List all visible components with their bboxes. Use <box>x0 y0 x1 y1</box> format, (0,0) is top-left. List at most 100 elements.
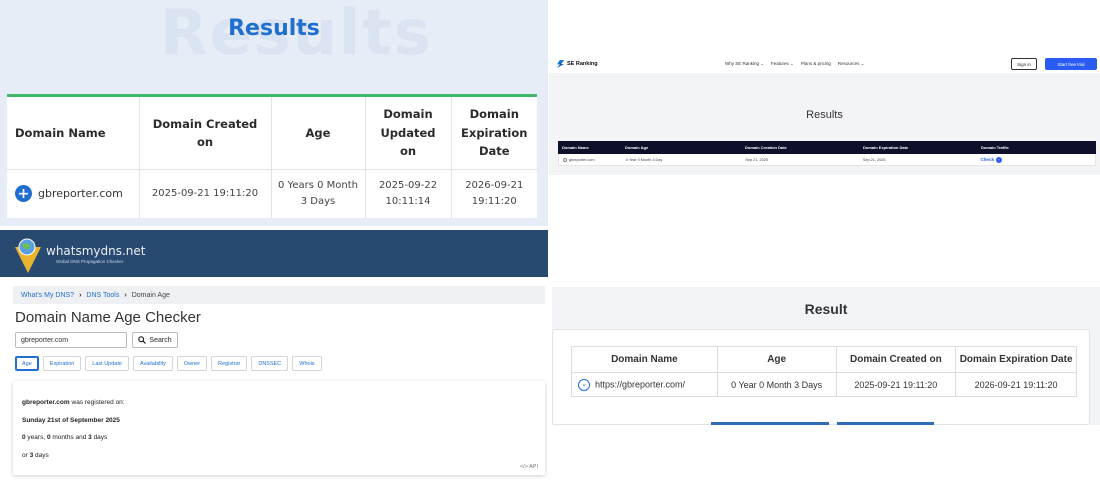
results-title: Results <box>228 16 320 41</box>
nav-item-why[interactable]: Why SE Ranking ⌄ <box>725 61 764 67</box>
chevron-down-icon[interactable]: ⌄ <box>578 378 590 391</box>
check-text: Check <box>980 156 994 162</box>
tool-tabs: Age Expiration Last Update Availability … <box>15 356 322 371</box>
tab-age[interactable]: Age <box>15 356 39 371</box>
col-domain-expiration: Domain Expiration Date <box>451 95 537 170</box>
tab-whois[interactable]: Whois <box>292 356 322 371</box>
result-box: Domain Name Age Domain Created on Domain… <box>552 329 1090 425</box>
expand-plus-icon[interactable]: + <box>15 185 32 203</box>
col-age: Age <box>716 346 837 373</box>
expand-icon[interactable] <box>563 157 567 162</box>
sign-in-button[interactable]: Sign in <box>1011 58 1037 70</box>
created-cell: 2025-09-21 19:11:20 <box>139 169 272 218</box>
days-label: days <box>91 434 108 441</box>
col-age: Age <box>271 95 366 170</box>
age-breakdown: 0 years, 0 months and 3 days <box>22 434 107 441</box>
button-edge-right[interactable] <box>837 422 934 425</box>
seranking-table: Domain Name Domain Age Domain Creation D… <box>558 141 1096 166</box>
start-trial-button[interactable]: Start free trial <box>1045 58 1097 70</box>
breadcrumb-home[interactable]: What's My DNS? <box>21 292 74 299</box>
bolt-logo-icon <box>557 60 564 68</box>
col-domain-traffic: Domain Traffic <box>981 145 1009 150</box>
results-panel: Results Results Domain Name Domain Creat… <box>0 0 548 226</box>
breadcrumb-dns-tools[interactable]: DNS Tools <box>86 292 119 299</box>
tab-availability[interactable]: Availability <box>132 356 173 371</box>
col-domain-name: Domain Name <box>562 145 589 150</box>
result-title: Result <box>804 301 848 317</box>
tab-dnssec[interactable]: DNSSEC <box>251 356 289 371</box>
col-domain-updated: Domain Updated on <box>365 95 452 170</box>
result-domain: gbreporter.com <box>22 399 70 406</box>
or-days-label: days <box>33 452 49 459</box>
seranking-panel: SE Ranking Why SE Ranking ⌄ Features ⌄ P… <box>549 55 1100 175</box>
expires-cell: 2026-09-21 19:11:20 <box>955 372 1077 397</box>
nav-item-pricing[interactable]: Plans & pricing <box>801 61 831 67</box>
tab-registrar[interactable]: Registrar <box>211 356 248 371</box>
tab-expiration[interactable]: Expiration <box>42 356 82 371</box>
chevron-right-icon: › <box>79 291 82 299</box>
button-edge-left[interactable] <box>711 422 829 425</box>
tab-owner[interactable]: Owner <box>176 356 208 371</box>
age-result-card: gbreporter.com was registered on: Sunday… <box>13 381 545 475</box>
domain-cell: gbreporter.com <box>559 157 622 162</box>
breadcrumb-current: Domain Age <box>131 291 170 299</box>
domain-url-text: https://gbreporter.com/ <box>595 378 686 389</box>
domain-search-input[interactable] <box>15 332 127 348</box>
brand-tagline: Global DNS Propagation Checker <box>56 259 124 264</box>
seranking-results-title: Results <box>806 109 843 121</box>
domain-cell: ⌄ https://gbreporter.com/ <box>571 372 718 397</box>
age-cell: 0 Year 0 Month 3 Day <box>625 157 663 162</box>
expires-cell: 2026-09-21 19:11:20 <box>465 179 524 207</box>
col-creation-date: Domain Creation Date <box>745 145 787 150</box>
registered-suffix: was registered on: <box>69 399 125 406</box>
col-domain-created: Domain Created on <box>139 95 272 170</box>
globe-pin-logo-icon[interactable] <box>13 235 43 275</box>
search-icon <box>138 336 147 344</box>
or-prefix: or <box>22 452 30 459</box>
tab-last-update[interactable]: Last Update <box>85 356 129 371</box>
results-table: Domain Name Domain Created on Age Domain… <box>7 94 537 218</box>
table-row: + gbreporter.com 2025-09-21 19:11:20 0 Ye… <box>7 169 537 218</box>
api-link[interactable]: </> API <box>520 464 538 470</box>
col-domain-name: Domain Name <box>571 346 718 373</box>
logo-text: SE Ranking <box>567 61 598 67</box>
page-title: Domain Name Age Checker <box>15 309 201 326</box>
results-table-header: Domain Name Domain Created on Age Domain… <box>7 95 537 170</box>
nav-item-features[interactable]: Features ⌄ <box>771 61 794 67</box>
brand-name: whatsmydns.net <box>46 244 146 258</box>
updated-cell: 2025-09-22 10:11:14 <box>365 169 452 218</box>
created-cell: Sep 21, 2025 <box>745 157 768 162</box>
registered-line: gbreporter.com was registered on: <box>22 399 125 406</box>
chevron-right-icon: › <box>995 156 1002 163</box>
nav-item-resources[interactable]: Resources ⌄ <box>838 61 865 67</box>
age-cell: 0 Years 0 Month 3 Days <box>271 169 366 218</box>
col-domain-name: Domain Name <box>7 95 140 170</box>
domain-name-text: gbreporter.com <box>38 186 123 200</box>
site-banner: whatsmydns.net Global DNS Propagation Ch… <box>0 230 548 277</box>
search-button[interactable]: Search <box>132 332 178 348</box>
months-label: months and <box>50 434 89 441</box>
age-in-days: or 3 days <box>22 452 49 459</box>
top-navbar: SE Ranking Why SE Ranking ⌄ Features ⌄ P… <box>549 55 1100 73</box>
years-label: years, <box>25 434 47 441</box>
col-domain-created: Domain Created on <box>835 346 957 373</box>
domain-cell: + gbreporter.com <box>7 169 140 218</box>
col-expiration-date: Domain Expiration Date <box>863 145 909 150</box>
table-row: ⌄ https://gbreporter.com/ 0 Year 0 Month … <box>571 372 1077 397</box>
search-button-label: Search <box>149 336 172 344</box>
registered-date-text: Sunday 21st of September 2025 <box>22 417 120 424</box>
domain-text: gbreporter.com <box>569 157 595 162</box>
registered-date: Sunday 21st of September 2025 <box>22 417 120 424</box>
nav-menu: Why SE Ranking ⌄ Features ⌄ Plans & pric… <box>725 61 864 67</box>
col-domain-expiration: Domain Expiration Date <box>955 346 1077 373</box>
breadcrumb: What's My DNS? › DNS Tools › Domain Age <box>13 286 545 304</box>
traffic-check-link[interactable]: Check › <box>976 156 1095 163</box>
age-cell: 0 Year 0 Month 3 Days <box>716 372 837 397</box>
seranking-logo[interactable]: SE Ranking <box>557 60 598 68</box>
seranking-table-header: Domain Name Domain Age Domain Creation D… <box>558 141 1096 154</box>
result-table: Domain Name Age Domain Created on Domain… <box>571 346 1077 397</box>
col-domain-age: Domain Age <box>625 145 649 150</box>
whatsmydns-panel: whatsmydns.net Global DNS Propagation Ch… <box>0 230 548 484</box>
table-row: gbreporter.com 0 Year 0 Month 3 Day Sep … <box>558 154 1096 166</box>
result-panel: Result Domain Name Age Domain Created on… <box>552 287 1100 425</box>
